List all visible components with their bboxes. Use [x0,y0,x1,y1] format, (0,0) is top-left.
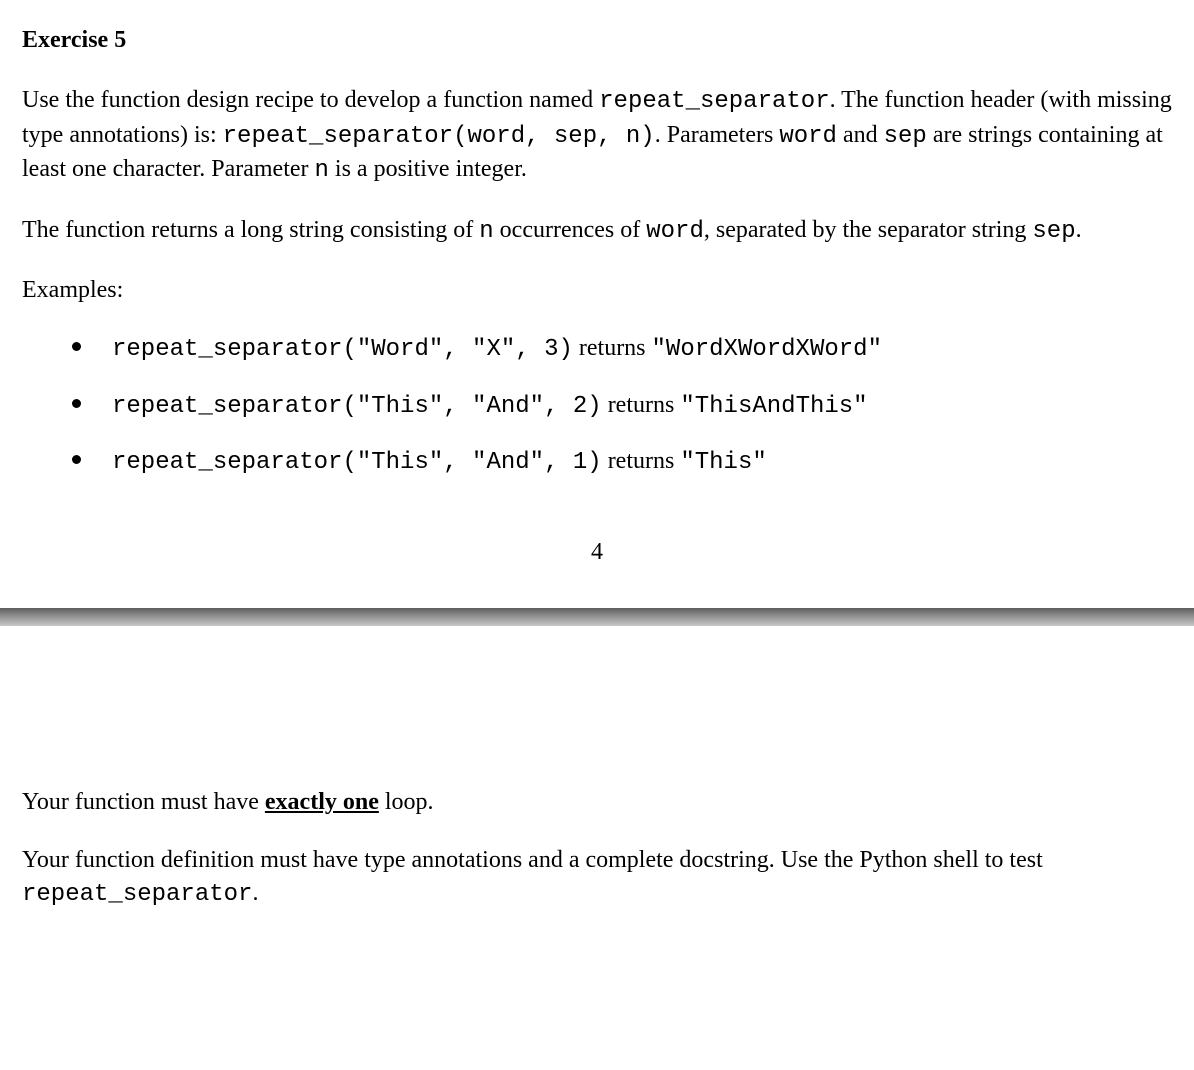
text: Your function must have [22,789,265,815]
text: is a positive integer. [329,156,527,182]
description-paragraph: The function returns a long string consi… [22,214,1172,248]
text: Use the function design recipe to develo… [22,87,599,113]
example-call-code: repeat_separator("This", "And", 1) [112,449,602,476]
text: . [1076,217,1082,243]
exactly-one-emphasis: exactly one [265,789,379,815]
code-sep: sep [1032,218,1075,245]
text: loop. [379,789,434,815]
page-number: 4 [22,536,1172,568]
blank-space [22,666,1172,786]
code-n: n [479,218,493,245]
example-result-code: "WordXWordXWord" [652,336,882,363]
examples-label: Examples: [22,274,1172,306]
text: Your function definition must have type … [22,847,1043,873]
example-item: repeat_separator("Word", "X", 3) returns… [72,332,1172,366]
page-top-section: Exercise 5 Use the function design recip… [0,0,1194,608]
returns-word: returns [602,448,681,474]
param-n-code: n [315,157,329,184]
examples-list: repeat_separator("Word", "X", 3) returns… [22,332,1172,479]
text: . [252,880,258,906]
example-call-code: repeat_separator("This", "And", 2) [112,393,602,420]
returns-word: returns [602,392,681,418]
example-item: repeat_separator("This", "And", 2) retur… [72,389,1172,423]
function-name-code: repeat_separator [22,881,252,908]
intro-paragraph: Use the function design recipe to develo… [22,84,1172,187]
code-word: word [646,218,704,245]
function-name-code: repeat_separator [599,88,829,115]
text: occurrences of [494,217,647,243]
param-word-code: word [779,123,837,150]
text: . Parameters [655,122,780,148]
requirement-one-loop: Your function must have exactly one loop… [22,786,1172,818]
exercise-heading: Exercise 5 [22,24,1172,56]
function-header-code: repeat_separator(word, sep, n) [223,123,655,150]
example-call-code: repeat_separator("Word", "X", 3) [112,336,573,363]
example-item: repeat_separator("This", "And", 1) retur… [72,445,1172,479]
param-sep-code: sep [884,123,927,150]
example-result-code: "This" [680,449,766,476]
requirement-annotations: Your function definition must have type … [22,844,1172,911]
text: The function returns a long string consi… [22,217,479,243]
page-divider [0,608,1194,626]
text: and [837,122,884,148]
example-result-code: "ThisAndThis" [680,393,867,420]
text: , separated by the separator string [704,217,1033,243]
returns-word: returns [573,335,652,361]
page-bottom-section: Your function must have exactly one loop… [0,626,1194,935]
